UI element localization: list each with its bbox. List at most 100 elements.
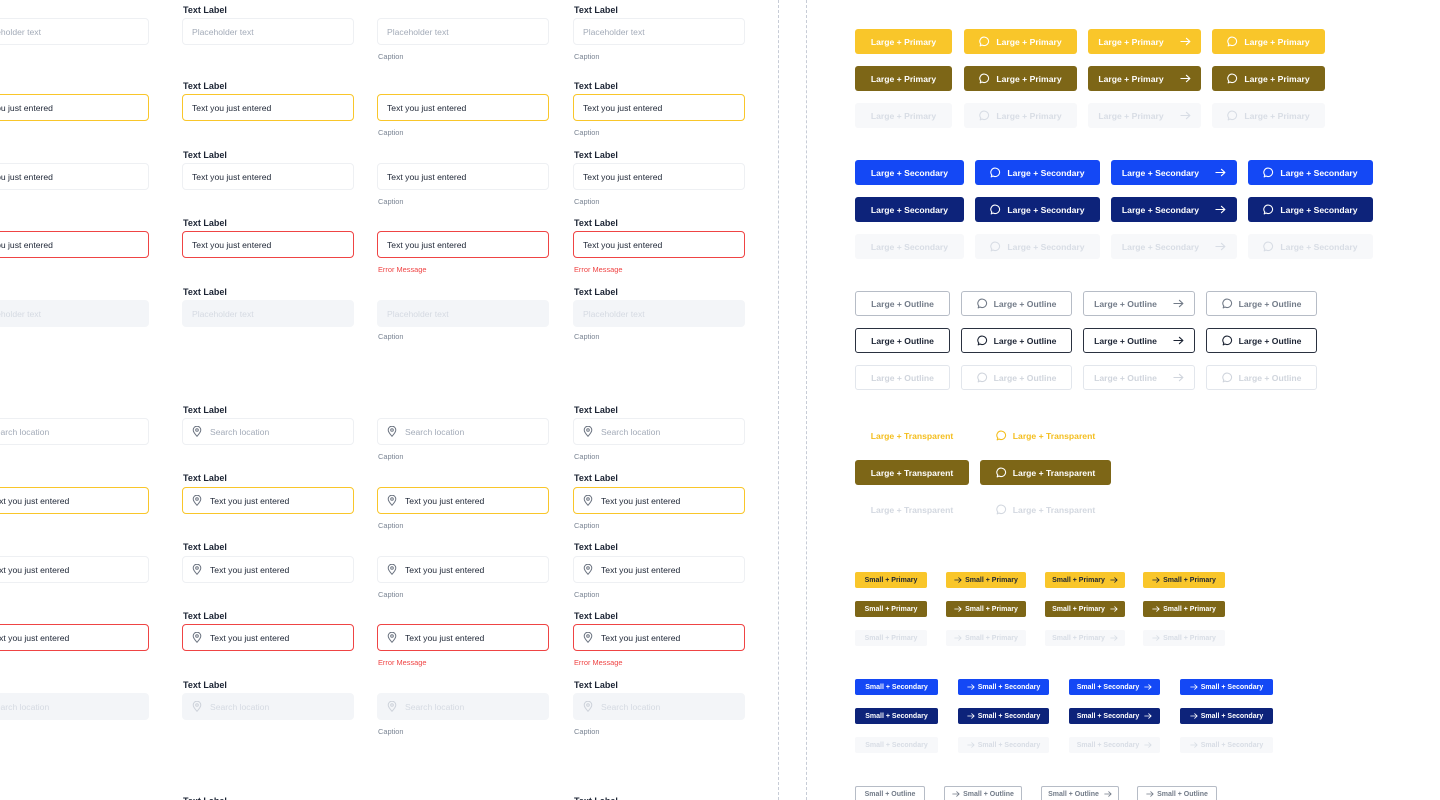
small-secondary-button[interactable]: Small + Secondary xyxy=(958,708,1049,724)
location-search-input[interactable]: Text you just entered xyxy=(0,624,149,651)
small-primary-button[interactable]: Small + Primary xyxy=(1045,601,1125,617)
large-primary-button[interactable]: Large + Primary xyxy=(1088,29,1201,54)
text-input[interactable]: Text you just entered xyxy=(377,163,549,190)
large-transparent-button[interactable]: Large + Transparent xyxy=(980,423,1111,448)
location-search-input[interactable]: Text you just entered xyxy=(573,487,745,514)
large-secondary-button[interactable]: Large + Secondary xyxy=(975,160,1100,185)
chat-bubble-icon xyxy=(990,167,1001,178)
location-search-input[interactable]: Search location xyxy=(0,418,149,445)
large-outline-button[interactable]: Large + Outline xyxy=(855,328,950,353)
input-placeholder: Search location xyxy=(0,426,50,437)
input-value: Text you just entered xyxy=(405,564,485,575)
large-secondary-button[interactable]: Large + Secondary xyxy=(1248,160,1373,185)
large-primary-button[interactable]: Large + Primary xyxy=(1212,66,1325,91)
location-search-input[interactable]: Text you just entered xyxy=(182,556,354,583)
large-secondary-button[interactable]: Large + Secondary xyxy=(1111,160,1237,185)
button-label: Small + Secondary xyxy=(865,712,928,720)
location-search-input[interactable]: Search location xyxy=(377,418,549,445)
location-search-input[interactable]: Text you just entered xyxy=(377,624,549,651)
small-primary-button[interactable]: Small + Primary xyxy=(855,572,927,588)
large-primary-button[interactable]: Large + Primary xyxy=(964,66,1077,91)
location-search-input[interactable]: Search location xyxy=(573,418,745,445)
location-search-input[interactable]: Text you just entered xyxy=(377,487,549,514)
location-search-input[interactable]: Text you just entered xyxy=(182,487,354,514)
large-primary-button[interactable]: Large + Primary xyxy=(1212,29,1325,54)
small-outline-button[interactable]: Small + Outline xyxy=(855,786,925,800)
field-caption: Caption xyxy=(574,52,600,61)
location-search-input[interactable]: Text you just entered xyxy=(182,624,354,651)
small-primary-button[interactable]: Small + Primary xyxy=(855,601,927,617)
large-outline-button[interactable]: Large + Outline xyxy=(1083,328,1195,353)
text-input: Placeholder text xyxy=(377,300,549,327)
text-input[interactable]: Text you just entered xyxy=(573,94,745,121)
text-input[interactable]: Text you just entered xyxy=(182,231,354,258)
large-outline-button[interactable]: Large + Outline xyxy=(961,328,1072,353)
small-primary-button[interactable]: Small + Primary xyxy=(1143,601,1225,617)
text-input[interactable]: t you just entered xyxy=(0,231,149,258)
artboard-divider xyxy=(806,0,807,800)
text-input[interactable]: Text you just entered xyxy=(377,231,549,258)
input-placeholder: Placeholder text xyxy=(583,26,645,37)
large-outline-button[interactable]: Large + Outline xyxy=(1083,291,1195,316)
text-input[interactable]: t you just entered xyxy=(0,163,149,190)
large-secondary-button[interactable]: Large + Secondary xyxy=(855,160,964,185)
small-primary-button[interactable]: Small + Primary xyxy=(1143,572,1225,588)
large-outline-button[interactable]: Large + Outline xyxy=(1206,291,1317,316)
small-secondary-button[interactable]: Small + Secondary xyxy=(855,679,938,695)
large-transparent-button[interactable]: Large + Transparent xyxy=(855,423,969,448)
large-secondary-button[interactable]: Large + Secondary xyxy=(1111,197,1237,222)
text-input[interactable]: Text you just entered xyxy=(377,94,549,121)
small-primary-button[interactable]: Small + Primary xyxy=(1045,572,1125,588)
button-label: Large + Secondary xyxy=(1007,167,1085,178)
text-input[interactable]: t you just entered xyxy=(0,94,149,121)
large-transparent-button[interactable]: Large + Transparent xyxy=(855,460,969,485)
large-outline-button[interactable]: Large + Outline xyxy=(961,291,1072,316)
small-primary-button[interactable]: Small + Primary xyxy=(946,572,1026,588)
chat-bubble-icon xyxy=(979,36,990,47)
large-outline-button[interactable]: Large + Outline xyxy=(855,291,950,316)
text-input[interactable]: aceholder text xyxy=(0,18,149,45)
text-input[interactable]: Placeholder text xyxy=(182,18,354,45)
text-input[interactable]: Placeholder text xyxy=(573,18,745,45)
input-placeholder: aceholder text xyxy=(0,308,41,319)
small-secondary-button[interactable]: Small + Secondary xyxy=(1180,708,1273,724)
text-input[interactable]: Text you just entered xyxy=(182,163,354,190)
large-primary-button[interactable]: Large + Primary xyxy=(964,29,1077,54)
location-search-input[interactable]: Text you just entered xyxy=(0,487,149,514)
field-caption: Caption xyxy=(378,332,404,341)
small-outline-button[interactable]: Small + Outline xyxy=(944,786,1022,800)
large-secondary-button[interactable]: Large + Secondary xyxy=(855,197,964,222)
text-input[interactable]: Placeholder text xyxy=(377,18,549,45)
location-search-input[interactable]: Text you just entered xyxy=(0,556,149,583)
text-input[interactable]: Text you just entered xyxy=(573,231,745,258)
large-primary-button[interactable]: Large + Primary xyxy=(855,66,952,91)
large-secondary-button[interactable]: Large + Secondary xyxy=(975,197,1100,222)
location-search-input[interactable]: Search location xyxy=(182,418,354,445)
location-search-input[interactable]: Text you just entered xyxy=(377,556,549,583)
location-search-input[interactable]: Text you just entered xyxy=(573,556,745,583)
small-outline-button[interactable]: Small + Outline xyxy=(1137,786,1217,800)
chat-bubble-icon xyxy=(976,298,988,309)
small-primary-button[interactable]: Small + Primary xyxy=(946,601,1026,617)
large-primary-button[interactable]: Large + Primary xyxy=(855,29,952,54)
small-secondary-button[interactable]: Small + Secondary xyxy=(855,708,938,724)
text-input[interactable]: Text you just entered xyxy=(573,163,745,190)
button-label: Large + Primary xyxy=(870,110,937,121)
large-secondary-button[interactable]: Large + Secondary xyxy=(1248,197,1373,222)
input-value: Text you just entered xyxy=(405,632,485,643)
input-placeholder: Search location xyxy=(210,701,270,712)
text-input[interactable]: Text you just entered xyxy=(182,94,354,121)
small-secondary-button[interactable]: Small + Secondary xyxy=(1180,679,1273,695)
large-outline-button: Large + Outline xyxy=(961,365,1072,390)
small-secondary-button[interactable]: Small + Secondary xyxy=(1069,679,1160,695)
large-primary-button[interactable]: Large + Primary xyxy=(1088,66,1201,91)
button-label: Small + Outline xyxy=(1048,790,1099,798)
input-placeholder: Placeholder text xyxy=(192,26,254,37)
small-outline-button[interactable]: Small + Outline xyxy=(1041,786,1119,800)
chat-bubble-icon xyxy=(1221,372,1233,383)
large-transparent-button[interactable]: Large + Transparent xyxy=(980,460,1111,485)
small-secondary-button[interactable]: Small + Secondary xyxy=(1069,708,1160,724)
large-outline-button[interactable]: Large + Outline xyxy=(1206,328,1317,353)
location-search-input[interactable]: Text you just entered xyxy=(573,624,745,651)
small-secondary-button[interactable]: Small + Secondary xyxy=(958,679,1049,695)
